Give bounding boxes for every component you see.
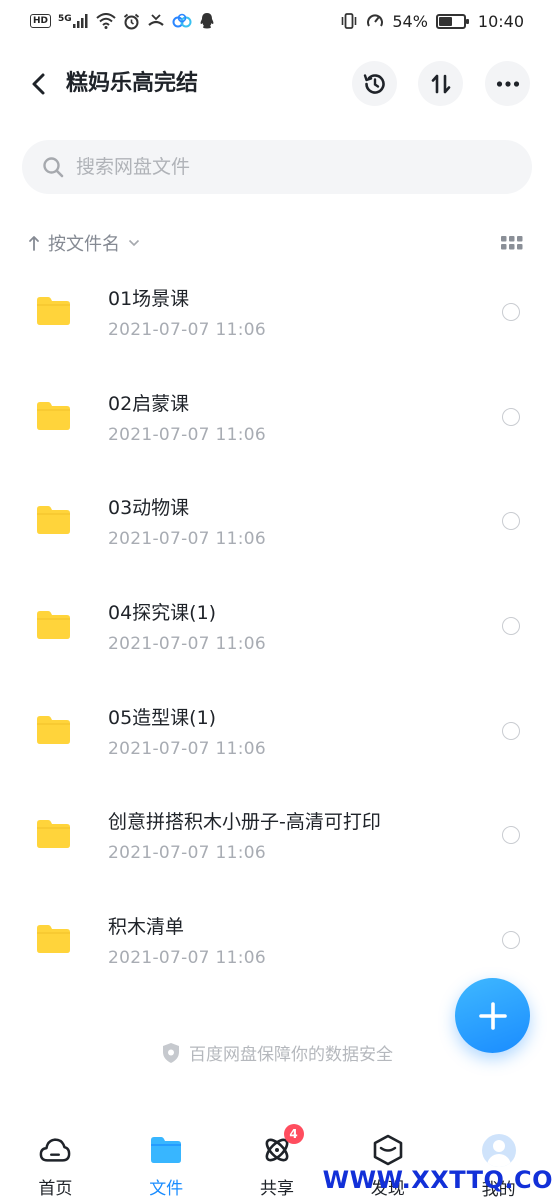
status-left: HD 5G [30,12,215,30]
file-name: 03动物课 [108,497,190,520]
missed-call-icon [147,14,164,26]
select-radio[interactable] [502,303,520,321]
file-name: 积木清单 [108,916,185,939]
select-radio[interactable] [502,931,520,950]
file-name: 04探究课(1) [108,602,217,625]
shield-icon [163,1042,179,1063]
sort-icon [431,74,450,93]
battery-icon [435,13,469,29]
folder-tab-icon [150,1134,182,1166]
file-row[interactable]: 05造型课(1) 2021-07-07 11:06 [0,681,554,786]
file-date: 2021-07-07 11:06 [108,529,266,550]
search-icon [43,157,64,178]
chevron-left-icon [32,73,45,95]
file-name: 01场景课 [108,288,190,310]
wifi-icon [96,13,116,29]
file-row[interactable]: 02启蒙课 2021-07-07 11:06 [0,367,554,472]
baidu-netdisk-icon [172,13,192,28]
folder-icon [37,925,70,954]
nav-home[interactable]: 首页 [0,1118,111,1200]
share-badge: 4 [283,1124,304,1144]
file-row[interactable]: 04探究课(1) 2021-07-07 11:06 [0,576,554,681]
file-date: 2021-07-07 11:06 [108,738,266,759]
folder-icon [37,297,70,325]
add-button[interactable] [455,978,530,1053]
folder-icon [37,401,70,430]
history-icon [363,73,385,94]
battery-fill [438,16,452,26]
vibrate-icon [342,13,357,29]
status-bar: HD 5G 54% 10:40 [0,0,554,42]
more-button[interactable] [485,61,530,106]
plus-icon [478,1001,507,1030]
file-date: 2021-07-07 11:06 [108,320,266,340]
file-name: 02启蒙课 [108,392,190,415]
select-radio[interactable] [502,407,520,426]
search-input[interactable] [76,156,476,178]
nav-home-label: 首页 [38,1179,73,1199]
sort-toggle[interactable]: 按文件名 [28,230,140,256]
file-date: 2021-07-07 11:06 [108,843,266,864]
alarm-icon [123,13,139,29]
select-radio[interactable] [502,512,520,531]
arrow-up-icon [29,236,39,251]
folder-icon [37,506,70,535]
file-name: 创意拼搭积木小册子-高清可打印 [108,811,381,834]
sort-label: 按文件名 [48,234,120,255]
page-title: 糕妈乐高完结 [66,71,199,96]
cloud-icon [39,1134,71,1166]
file-date: 2021-07-07 11:06 [108,948,266,969]
file-row[interactable]: 创意拼搭积木小册子-高清可打印 2021-07-07 11:06 [0,785,554,890]
search-bar[interactable] [22,140,532,194]
sort-button[interactable] [418,61,463,106]
nav-files-label: 文件 [149,1179,184,1199]
select-radio[interactable] [502,721,520,740]
signal-label: 5G [58,14,72,24]
file-date: 2021-07-07 11:06 [108,424,266,445]
more-icon [496,80,519,87]
select-radio[interactable] [502,617,520,636]
file-name: 05造型课(1) [108,706,217,729]
file-list: 01场景课 2021-07-07 11:06 02启蒙课 2021-07-07 … [0,262,554,995]
clock: 10:40 [477,11,524,31]
nav-files[interactable]: 文件 [111,1118,222,1200]
folder-icon [37,611,70,640]
chevron-down-icon [128,239,140,247]
signal-icon: 5G [58,14,89,28]
sort-bar: 按文件名 [28,228,524,258]
nav-share-label: 共享 [259,1179,294,1199]
hd-badge: HD [30,14,52,28]
status-right: 54% 10:40 [340,12,524,31]
nav-share[interactable]: 4 共享 [222,1118,333,1200]
history-button[interactable] [352,61,397,106]
battery-percent: 54% [392,11,428,31]
safety-note-text: 百度网盘保障你的数据安全 [189,1045,393,1065]
file-row[interactable]: 03动物课 2021-07-07 11:06 [0,471,554,576]
watermark: WWW.XXTTQ.COM [322,1166,554,1194]
select-radio[interactable] [502,826,520,845]
file-row[interactable]: 01场景课 2021-07-07 11:06 [0,262,554,367]
file-row[interactable]: 积木清单 2021-07-07 11:06 [0,890,554,995]
grid-icon [501,236,523,250]
grid-view-button[interactable] [500,231,524,255]
file-date: 2021-07-07 11:06 [108,634,266,655]
speed-icon [367,14,384,27]
folder-icon [37,820,70,849]
folder-icon [37,715,70,744]
qq-icon [200,13,214,29]
back-button[interactable] [22,68,54,100]
header: 糕妈乐高完结 [0,58,554,110]
